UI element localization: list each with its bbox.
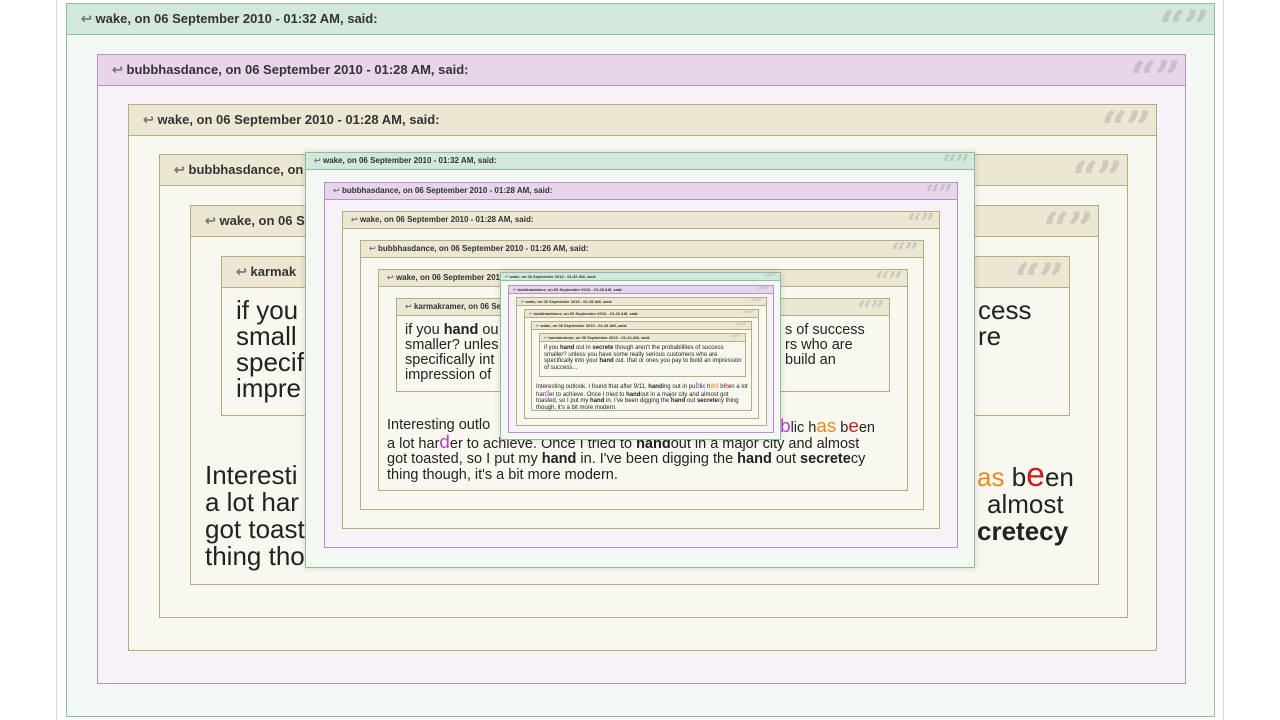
quote-marks-icon: “” — [1072, 155, 1123, 186]
quote-marks-icon: “” — [891, 241, 919, 258]
quote-author-line: karmakramer, on 06 Sep — [413, 302, 506, 311]
quote-marks-icon: “” — [1101, 105, 1152, 136]
quote-author-line: bubbhasdance, on 06 September 2010 - 01:… — [517, 287, 623, 292]
reply-arrow-icon: ↩ — [544, 335, 548, 340]
quote-author-line: bubbhasdance, on — [188, 162, 304, 177]
quote-header: ↩ wake, on 06 September 2010 - 01:28 AM,… — [517, 298, 766, 306]
reply-text-left: Interesti a lot har got toast thing tho — [205, 462, 305, 570]
quote-author-line: karmak — [250, 264, 297, 279]
quote-header: ↩ bubbhasdance, on 06 September 2010 - 0… — [509, 286, 773, 294]
quote-karmakramer-0124: ↩ karmakramer, on 06 September 2010 - 01… — [539, 333, 746, 377]
quote-marks-icon: “” — [1159, 4, 1210, 35]
quote-marks-icon: “” — [942, 153, 970, 170]
quote-header: ↩ bubbhasdance, on 06 September 2010 - 0… — [525, 310, 758, 318]
quote-marks-icon: “” — [925, 183, 953, 200]
reply-arrow-icon: ↩ — [351, 215, 358, 224]
quote-text-right: cess re — [978, 297, 1031, 349]
reply-arrow-icon: ↩ — [81, 11, 92, 26]
quote-marks-icon: “” — [857, 299, 885, 316]
reply-arrow-icon: ↩ — [529, 311, 533, 316]
quote-line: specif — [236, 347, 304, 377]
quote-marks-icon: “” — [907, 212, 935, 229]
reply-arrow-icon: ↩ — [405, 302, 412, 311]
quote-header: ↩ wake, on 06 September 2010 - 01:32 AM,… — [501, 273, 780, 281]
quote-text-left: if you small specif impre — [236, 297, 304, 401]
quote-marks-icon: “” — [757, 286, 769, 294]
reply-arrow-icon: ↩ — [143, 112, 154, 127]
reply-text: Interesting outlook. I found that after … — [536, 381, 748, 411]
quote-marks-icon: “” — [750, 298, 762, 306]
quote-header: ↩ wake, on 06 September 2010 - 01:28 AM,… — [343, 212, 939, 229]
quote-marks-icon: “” — [1043, 206, 1094, 237]
reply-arrow-icon: ↩ — [536, 323, 540, 328]
quote-marks-icon: “” — [875, 270, 903, 287]
quote-author-line: bubbhasdance, on 06 September 2010 - 01:… — [377, 244, 589, 253]
quote-line: if you — [236, 295, 299, 325]
quote-author-line: wake, on 06 September 2010 - 01:28 AM, s… — [359, 215, 534, 224]
reply-line: got toast — [205, 514, 305, 544]
quote-author-line: bubbhasdance, on 06 September 2010 - 01:… — [341, 186, 553, 195]
quote-line: cess — [978, 295, 1032, 325]
quote-author-line: wake, on 06 September 2010 - 01:32 AM, s… — [322, 156, 497, 165]
reply-line: thing though, it's a bit more modern. — [387, 466, 618, 483]
reply-arrow-icon: ↩ — [314, 156, 321, 165]
reply-arrow-icon: ↩ — [174, 162, 185, 177]
quote-header: ↩ bubbhasdance, on 06 September 2010 - 0… — [361, 241, 923, 258]
reply-line: cretecy — [977, 516, 1069, 546]
quote-header: ↩ karmakramer, on 06 September 2010 - 01… — [540, 334, 745, 342]
quote-header: ↩ bubbhasdance, on 06 September 2010 - 0… — [325, 183, 957, 200]
reply-line: thing tho — [205, 541, 305, 571]
quote-marks-icon: “” — [742, 310, 754, 318]
reply-line: as been — [977, 456, 1074, 494]
quote-author-line: wake, on 06 September 2010 - — [395, 273, 510, 282]
quote-marks-icon: “” — [1130, 55, 1181, 86]
quote-author-line: wake, on 06 September 2010 - 01:32 AM, s… — [95, 11, 378, 26]
reply-arrow-icon: ↩ — [112, 62, 123, 77]
reply-line: got toasted, so I put my hand in. I've b… — [387, 451, 866, 467]
quote-author-line: bubbhasdance, on 06 September 2010 - 01:… — [533, 311, 639, 316]
nested-screenshot-small: ↩ wake, on 06 September 2010 - 01:32 AM,… — [500, 272, 781, 440]
quote-author-line: wake, on 06 September 2010 - 01:32 AM, s… — [509, 274, 597, 279]
quote-author-line: wake, on 06 September 2010 - 01:28 AM, s… — [525, 299, 613, 304]
reply-arrow-icon: ↩ — [387, 273, 394, 282]
reply-line: almost — [987, 489, 1064, 519]
reply-arrow-icon: ↩ — [513, 287, 517, 292]
quote-text: if you hand out in secrete though aren't… — [544, 345, 742, 371]
quote-line: impre — [236, 373, 302, 403]
quote-header: ↩ bubbhasdance, on 06 September 2010 - 0… — [98, 55, 1185, 86]
quote-marks-icon: “” — [729, 334, 741, 342]
reply-arrow-icon: ↩ — [521, 299, 525, 304]
quote-line: re — [978, 321, 1002, 351]
quote-marks-icon: “” — [764, 273, 776, 281]
reply-line: Interesti — [205, 460, 298, 490]
quote-header: ↩ wake, on 06 September 2010 - 01:32 AM,… — [306, 153, 974, 170]
reply-arrow-icon: ↩ — [333, 186, 340, 195]
quote-line: small — [236, 321, 297, 351]
reply-arrow-icon: ↩ — [205, 213, 216, 228]
reply-arrow-icon: ↩ — [236, 264, 247, 279]
quote-marks-icon: “” — [735, 322, 747, 330]
quote-header: ↩ wake, on 06 September 2010 - 01:28 AM,… — [129, 105, 1156, 136]
quote-author-line: wake, on 06 September 2010 - 01:26 AM, s… — [540, 323, 628, 328]
quote-author-line: wake, on 06 September 2010 - 01:28 AM, s… — [157, 112, 440, 127]
quote-author-line: karmakramer, on 06 September 2010 - 01:2… — [548, 335, 651, 340]
quote-header: ↩ wake, on 06 September 2010 - 01:26 AM,… — [532, 322, 751, 330]
reply-arrow-icon: ↩ — [505, 274, 509, 279]
quote-author-line: bubbhasdance, on 06 September 2010 - 01:… — [126, 62, 469, 77]
reply-arrow-icon: ↩ — [369, 244, 376, 253]
reply-line: a lot har — [205, 487, 299, 517]
reply-text-right: as been almost cretecy — [977, 456, 1074, 546]
quote-header: ↩ wake, on 06 September 2010 - 01:32 AM,… — [67, 4, 1214, 35]
quote-marks-icon: “” — [1014, 257, 1065, 288]
quote-author-line: wake, on 06 S — [219, 213, 305, 228]
